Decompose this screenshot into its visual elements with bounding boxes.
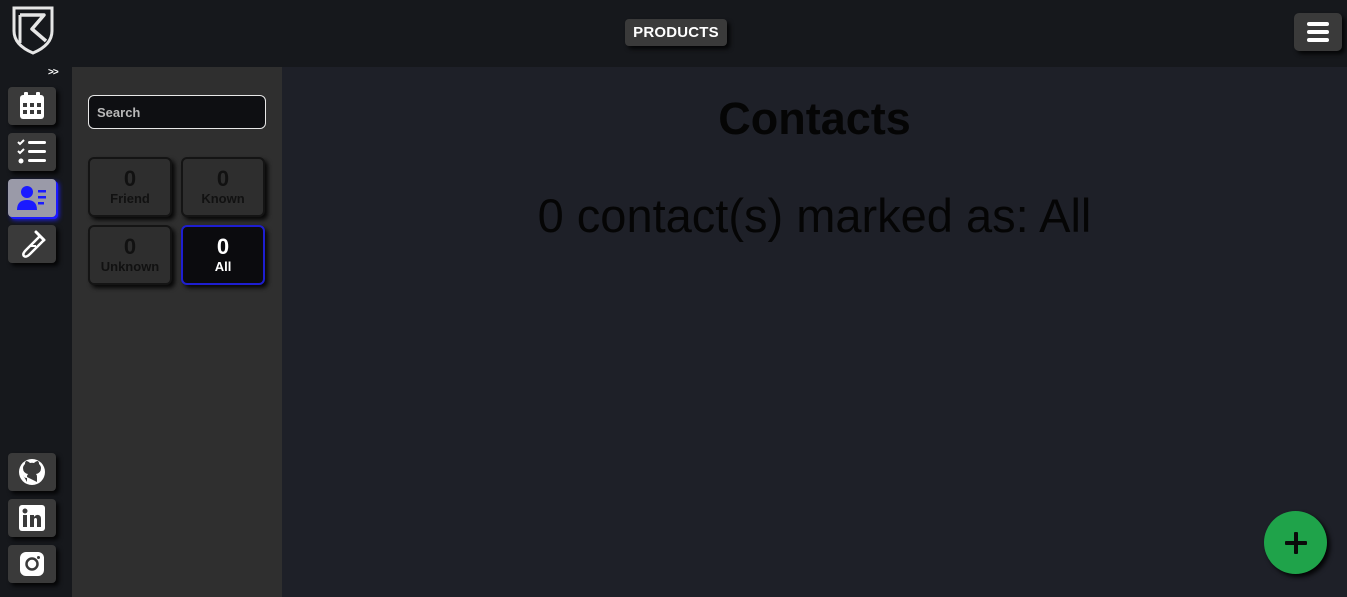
- known-count: 0: [216, 166, 230, 191]
- logo-icon[interactable]: [10, 5, 56, 55]
- unknown-count: 0: [123, 234, 137, 259]
- friend-count: 0: [123, 166, 137, 191]
- test-tube-icon: [22, 230, 46, 258]
- filter-card-known[interactable]: 0 Known: [181, 157, 265, 217]
- rail-item-contacts[interactable]: [8, 179, 56, 217]
- filter-panel: [72, 67, 282, 597]
- unknown-label: Unknown: [100, 259, 160, 274]
- all-count: 0: [216, 234, 230, 259]
- github-link[interactable]: [8, 453, 56, 491]
- friend-label: Friend: [110, 191, 150, 206]
- checklist-icon: [17, 139, 46, 164]
- products-button[interactable]: PRODUCTS: [625, 19, 727, 46]
- page-title: Contacts: [718, 93, 911, 144]
- all-label: All: [214, 259, 232, 274]
- calendar-icon: [20, 92, 44, 119]
- rail-item-calendar[interactable]: [8, 87, 56, 125]
- filter-card-friend[interactable]: 0 Friend: [88, 157, 172, 217]
- hamburger-menu-button[interactable]: [1294, 13, 1342, 51]
- expand-toggle[interactable]: >>: [48, 67, 59, 78]
- add-contact-button[interactable]: [1264, 511, 1327, 574]
- filter-card-unknown[interactable]: 0 Unknown: [88, 225, 172, 285]
- rail-item-tools[interactable]: [8, 225, 56, 263]
- search-input[interactable]: [88, 95, 266, 129]
- rail-item-tasks[interactable]: [8, 133, 56, 171]
- main-content: [282, 67, 1347, 597]
- plus-icon: [1284, 531, 1307, 554]
- instagram-link[interactable]: [8, 545, 56, 583]
- linkedin-link[interactable]: [8, 499, 56, 537]
- linkedin-icon: [19, 505, 45, 531]
- contact-card-icon: [17, 186, 46, 210]
- hamburger-icon: [1307, 22, 1329, 42]
- github-icon: [19, 459, 45, 485]
- known-label: Known: [201, 191, 245, 206]
- instagram-icon: [20, 552, 44, 576]
- contacts-summary: 0 contact(s) marked as: All: [537, 189, 1092, 242]
- filter-card-all[interactable]: 0 All: [181, 225, 265, 285]
